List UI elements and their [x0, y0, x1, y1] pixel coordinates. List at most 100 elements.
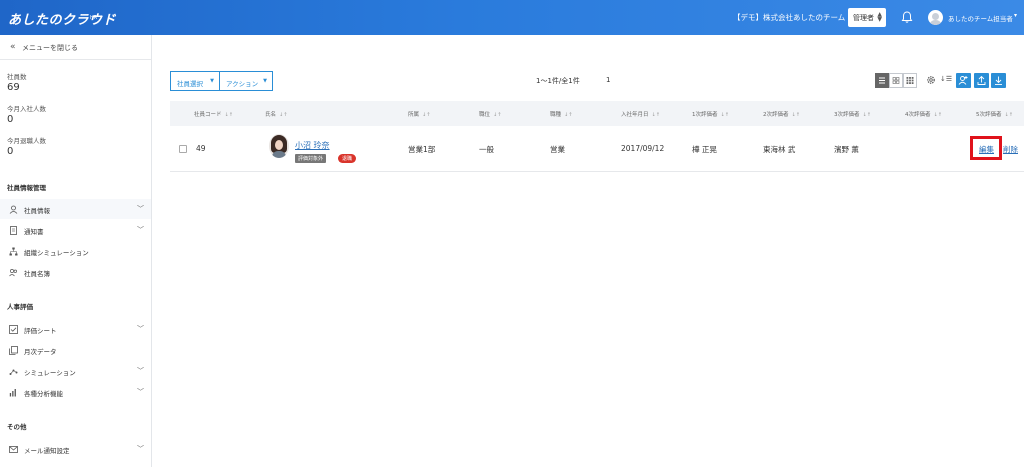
chevron-down-icon: ﹀: [137, 226, 144, 234]
stat-label-employees: 社員数: [7, 73, 27, 81]
section-title-employee-info: 社員情報管理: [7, 184, 46, 192]
mail-icon: [9, 446, 18, 453]
page-number[interactable]: 1: [606, 76, 610, 84]
app-logo[interactable]: あしたのクラウド: [8, 9, 116, 28]
tile-view-button[interactable]: [903, 73, 917, 88]
close-menu-button[interactable]: « メニューを閉じる: [0, 35, 151, 60]
chevron-down-icon: ﹀: [137, 325, 144, 333]
column-header-eval4[interactable]: 4次評価者 ↓↑: [905, 110, 942, 118]
sidebar-item-monthly-data[interactable]: 月次データ: [0, 340, 151, 360]
sidebar-item-label: 通知書: [24, 228, 44, 236]
sidebar-item-notices[interactable]: 通知書 ﹀: [0, 220, 151, 240]
double-chevron-left-icon: «: [10, 42, 16, 52]
chevron-down-icon: ﹀: [137, 205, 144, 213]
bar-chart-icon: [9, 389, 16, 397]
cell-code: 49: [196, 144, 206, 153]
checklist-icon: [9, 325, 18, 334]
app-header: あしたのクラウド HR 【デモ】株式会社あしたのチーム 管理者 ▲ ▼ あしたのチ…: [0, 0, 1024, 35]
person-icon: [9, 205, 18, 214]
caret-down-icon: ▼: [210, 78, 214, 84]
chevron-down-icon: ﹀: [137, 445, 144, 453]
highlight-box: [970, 136, 1002, 160]
upload-icon: [977, 75, 986, 85]
role-select-value: 管理者: [853, 14, 874, 22]
download-button[interactable]: [991, 73, 1006, 88]
sidebar-item-mail-settings[interactable]: メール通知設定 ﹀: [0, 439, 151, 459]
section-title-evaluation: 人事評価: [7, 303, 33, 311]
sidebar-item-org-simulation[interactable]: 組織シミュレーション: [0, 241, 151, 261]
copy-icon: [9, 346, 18, 355]
stat-label-joined: 今月入社人数: [7, 105, 46, 113]
retired-badge: 退職: [338, 154, 357, 163]
sidebar-item-label: シミュレーション: [24, 369, 76, 377]
updown-caret-icon: ▲ ▼: [877, 11, 882, 23]
column-header-eval5[interactable]: 5次評価者 ↓↑: [976, 110, 1013, 118]
people-icon: [9, 269, 17, 277]
upload-button[interactable]: [974, 73, 989, 88]
sort-settings-icon[interactable]: ↓☰: [940, 75, 952, 83]
select-employees-label: 社員選択: [177, 80, 203, 88]
cell-job-type: 営業: [550, 145, 565, 154]
add-person-icon: [958, 76, 968, 85]
role-select[interactable]: 管理者 ▲ ▼: [848, 8, 886, 27]
cell-eval2: 東海林 武: [763, 145, 796, 154]
org-chart-icon: [9, 247, 18, 256]
stat-label-left: 今月退職人数: [7, 137, 46, 145]
actions-label: アクション: [226, 80, 259, 88]
simulation-icon: [9, 369, 18, 375]
download-icon: [995, 76, 1002, 85]
stat-value-joined: 0: [7, 114, 14, 125]
table-header: 社員コード ↓↑ 氏名 ↓↑ 所属 ↓↑ 職位 ↓↑ 職種 ↓↑ 入社年月日 ↓↑ 1次評価…: [170, 101, 1024, 126]
sidebar-item-label: 組織シミュレーション: [24, 249, 89, 257]
sidebar-item-label: 各種分析機能: [24, 390, 63, 398]
column-header-eval1[interactable]: 1次評価者 ↓↑: [692, 110, 729, 118]
pager-summary: 1〜1件/全1件: [536, 77, 580, 85]
select-employees-dropdown[interactable]: 社員選択 ▼: [170, 71, 220, 91]
stat-value-left: 0: [7, 146, 14, 157]
user-avatar[interactable]: [928, 10, 943, 25]
column-header-eval3[interactable]: 3次評価者 ↓↑: [834, 110, 871, 118]
grid-view-button[interactable]: [889, 73, 903, 88]
column-header-name[interactable]: 氏名 ↓↑: [265, 110, 287, 118]
row-checkbox[interactable]: [179, 145, 187, 153]
column-header-department[interactable]: 所属 ↓↑: [408, 110, 430, 118]
add-employee-button[interactable]: [956, 73, 971, 88]
gear-icon[interactable]: [926, 75, 936, 85]
tiles-icon: [906, 77, 914, 84]
sidebar-item-label: 評価シート: [24, 327, 57, 335]
sidebar-item-directory[interactable]: 社員名簿: [0, 262, 151, 282]
column-header-code[interactable]: 社員コード ↓↑: [194, 110, 233, 118]
column-header-job-type[interactable]: 職種 ↓↑: [550, 110, 572, 118]
close-menu-label: メニューを閉じる: [22, 44, 78, 52]
actions-dropdown[interactable]: アクション ▼: [219, 71, 273, 91]
bell-icon[interactable]: [901, 11, 913, 24]
sidebar-item-eval-sheet[interactable]: 評価シート ﹀: [0, 319, 151, 339]
eval-excluded-badge: 評価対象外: [295, 154, 327, 163]
sidebar: « メニューを閉じる 社員数 69 今月入社人数 0 今月退職人数 0 社員情報…: [0, 35, 152, 467]
app-logo-sub: HR: [90, 15, 98, 21]
sidebar-item-analysis[interactable]: 各種分析機能 ﹀: [0, 382, 151, 402]
stat-value-employees: 69: [7, 82, 20, 93]
delete-link[interactable]: 削除: [1003, 144, 1018, 155]
column-header-position[interactable]: 職位 ↓↑: [479, 110, 501, 118]
column-header-joined[interactable]: 入社年月日 ↓↑: [621, 110, 660, 118]
sidebar-item-label: メール通知設定: [24, 447, 70, 455]
chevron-down-icon: ﹀: [137, 367, 144, 375]
sidebar-item-label: 月次データ: [24, 348, 57, 356]
sidebar-item-employee-info[interactable]: 社員情報 ﹀: [0, 199, 151, 219]
cell-eval3: 濱野 薫: [834, 145, 859, 154]
table-row: 49 小沼 玲奈 評価対象外 退職 営業1部 一般 営業 2017/09/12 …: [170, 126, 1024, 172]
user-name[interactable]: あしたのチーム担当者: [948, 13, 1013, 23]
sidebar-item-simulation[interactable]: シミュレーション ﹀: [0, 361, 151, 381]
document-icon: [10, 226, 17, 235]
caret-down-icon[interactable]: ▾: [1014, 12, 1017, 19]
sidebar-item-label: 社員名簿: [24, 270, 50, 278]
list-icon: [879, 77, 885, 84]
company-name: 【デモ】株式会社あしたのチーム: [733, 13, 846, 22]
column-header-eval2[interactable]: 2次評価者 ↓↑: [763, 110, 800, 118]
sidebar-item-label: 社員情報: [24, 207, 50, 215]
section-title-other: その他: [7, 423, 27, 431]
employee-name-link[interactable]: 小沼 玲奈: [295, 140, 330, 151]
grid-icon: [892, 77, 900, 84]
list-view-button[interactable]: [875, 73, 889, 88]
